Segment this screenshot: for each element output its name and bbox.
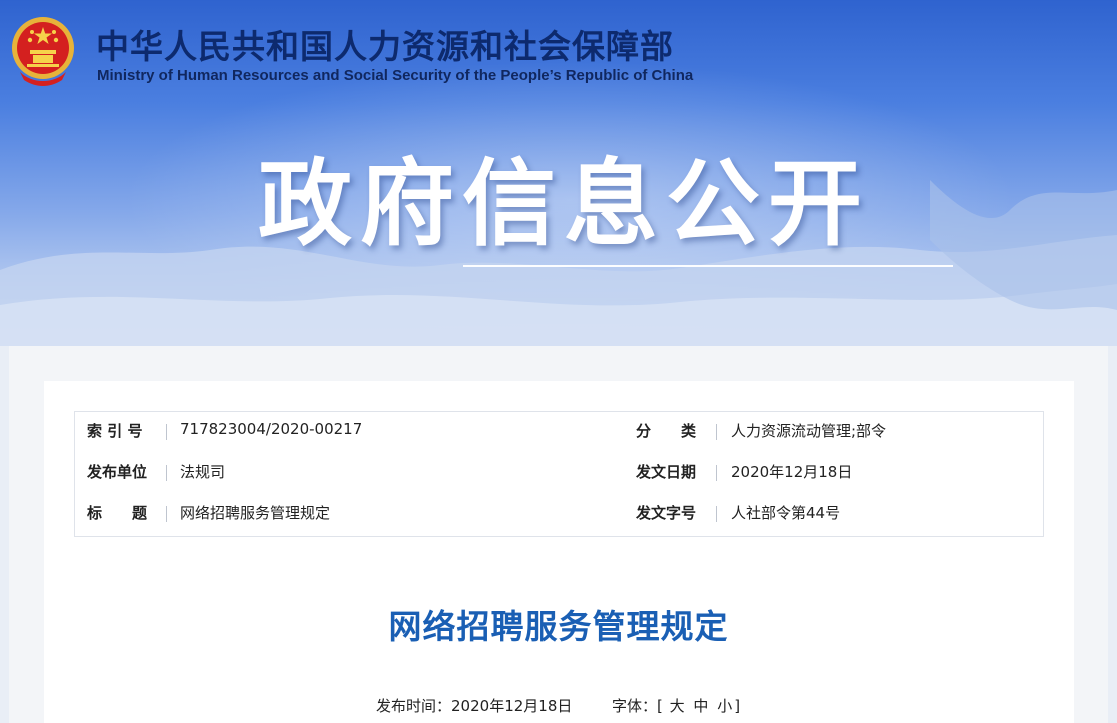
metadata-row-2: 发布单位 法规司 发文日期 2020年12月18日 [75, 461, 1043, 491]
divider [716, 465, 717, 481]
date-value: 2020年12月18日 [731, 463, 853, 481]
issuer-value: 法规司 [180, 463, 226, 481]
divider [166, 465, 167, 481]
divider [166, 506, 167, 522]
issuer-label: 发布单位 [87, 463, 148, 481]
title-value: 网络招聘服务管理规定 [180, 504, 331, 522]
publish-date: 2020年12月18日 [451, 697, 573, 715]
metadata-row-3: 标 题 网络招聘服务管理规定 发文字号 人社部令第44号 [75, 502, 1043, 532]
national-emblem-icon [10, 14, 76, 86]
font-small-button[interactable]: 小 [717, 695, 732, 716]
divider [716, 506, 717, 522]
font-size-label: 字体： [611, 697, 657, 715]
site-name-en[interactable]: Ministry of Human Resources and Social S… [97, 67, 693, 84]
font-bracket-open: [ [656, 697, 663, 715]
docno-value: 人社部令第44号 [731, 504, 841, 522]
document-metadata-table: 索 引 号 717823004/2020-00217 分 类 人力资源流动管理;… [74, 411, 1044, 537]
publish-info: 发布时间：2020年12月18日 字体：[ 大 中 小] [376, 695, 740, 716]
hero-divider [463, 265, 953, 267]
header-banner: 中华人民共和国人力资源和社会保障部 Ministry of Human Reso… [0, 0, 1117, 346]
publish-label: 发布时间： [376, 697, 452, 715]
category-value: 人力资源流动管理;部令 [731, 422, 887, 440]
index-value: 717823004/2020-00217 [180, 420, 363, 438]
metadata-row-1: 索 引 号 717823004/2020-00217 分 类 人力资源流动管理;… [75, 420, 1043, 450]
date-label: 发文日期 [636, 463, 697, 481]
divider [166, 424, 167, 440]
font-bracket-close: ] [734, 697, 741, 715]
site-name-cn[interactable]: 中华人民共和国人力资源和社会保障部 [96, 20, 674, 68]
font-medium-button[interactable]: 中 [693, 695, 708, 716]
font-large-button[interactable]: 大 [670, 695, 685, 716]
docno-label: 发文字号 [636, 504, 697, 522]
document-title: 网络招聘服务管理规定 [388, 607, 729, 646]
hero-title: 政府信息公开 [258, 150, 871, 259]
index-label: 索 引 号 [87, 422, 143, 440]
title-label: 标 题 [87, 504, 148, 522]
divider [716, 424, 717, 440]
category-label: 分 类 [636, 422, 697, 440]
